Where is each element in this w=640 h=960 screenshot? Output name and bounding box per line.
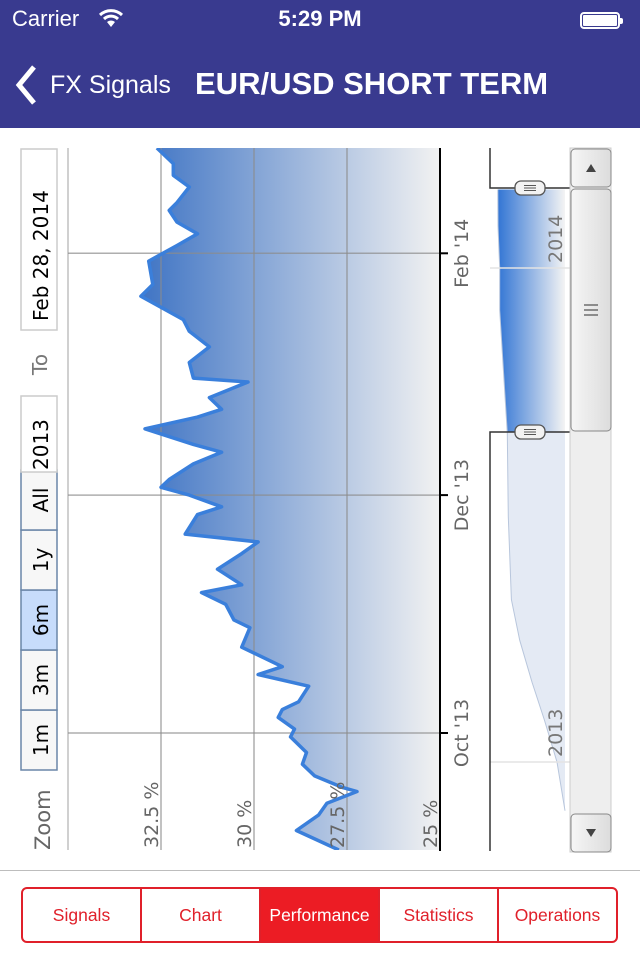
range-button-label: 3m (29, 664, 53, 696)
navigator-handle-end[interactable] (514, 180, 546, 196)
range-button-label: 1y (29, 548, 53, 573)
range-button-1y[interactable]: 1y (20, 529, 58, 591)
y-tick-label: 25 % (420, 800, 442, 848)
range-button-6m[interactable]: 6m (20, 589, 58, 651)
tab-performance[interactable]: Performance (259, 889, 378, 941)
y-tick-label: 27.5 % (327, 782, 349, 848)
range-button-label: All (29, 488, 53, 513)
to-label: To (28, 354, 52, 376)
to-date-input[interactable]: Feb 28, 2014 (20, 148, 58, 331)
segmented-tabs: Signals Chart Performance Statistics Ope… (21, 887, 618, 943)
y-tick-label: 32.5 % (141, 782, 163, 848)
range-button-1m[interactable]: 1m (20, 709, 58, 771)
tab-signals[interactable]: Signals (23, 889, 140, 941)
scroll-down-button[interactable] (570, 813, 612, 853)
tab-chart[interactable]: Chart (140, 889, 259, 941)
tab-statistics[interactable]: Statistics (378, 889, 497, 941)
navigator-tick-label: 2013 (545, 709, 567, 757)
range-button-all[interactable]: All (20, 469, 58, 531)
to-date-value: Feb 28, 2014 (29, 190, 53, 321)
y-tick-label: 30 % (234, 800, 256, 848)
scrollbar-thumb[interactable] (570, 188, 612, 432)
range-button-3m[interactable]: 3m (20, 649, 58, 711)
x-tick-label: Dec '13 (451, 459, 473, 531)
navigator-scrollbar[interactable] (569, 147, 612, 853)
range-button-label: 6m (29, 604, 53, 636)
range-button-label: 1m (29, 724, 53, 756)
scroll-up-button[interactable] (570, 148, 612, 188)
navigator-handle-start[interactable] (514, 424, 546, 440)
tab-operations[interactable]: Operations (497, 889, 616, 941)
x-tick-label: Oct '13 (451, 699, 473, 767)
zoom-label: Zoom (31, 789, 55, 850)
navigator-tick-label: 2014 (545, 215, 567, 263)
from-date-input[interactable]: 2013 (20, 395, 58, 473)
x-tick-label: Feb '14 (451, 219, 473, 288)
divider (0, 870, 640, 871)
from-date-value: 2013 (29, 419, 53, 470)
performance-chart: Zoom 1m 3m 6m 1y All 2013 To Feb 28, 2014 Oc… (20, 147, 612, 853)
